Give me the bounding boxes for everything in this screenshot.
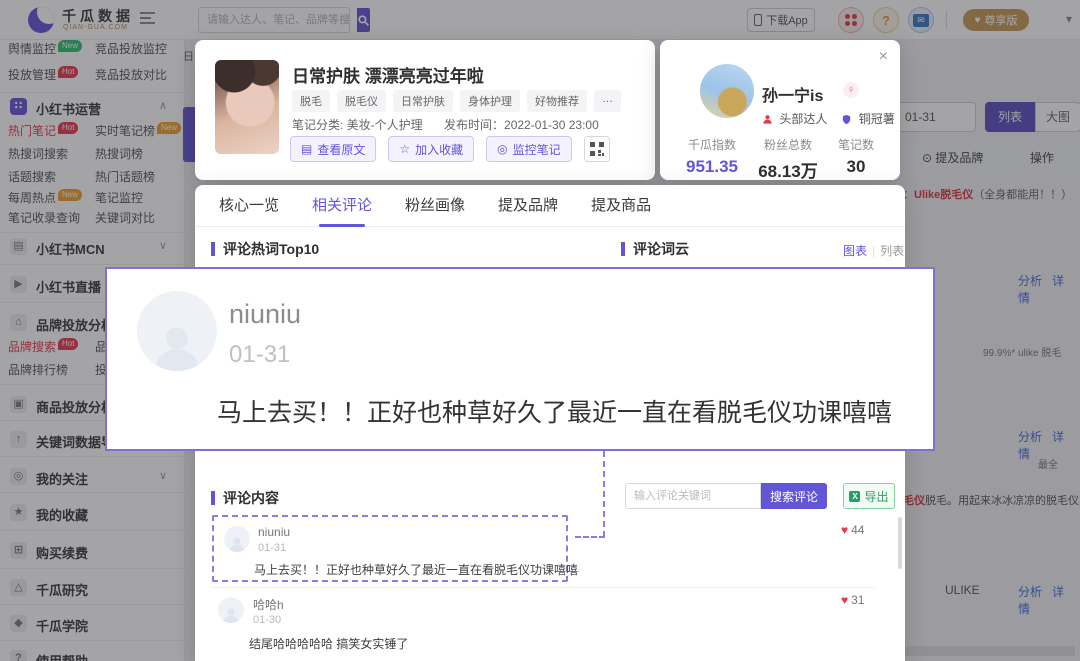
- tag[interactable]: 日常护肤: [393, 90, 453, 112]
- connector-line: [603, 451, 605, 537]
- author-avatar[interactable]: [700, 64, 754, 118]
- note-publish-time: 发布时间：2022-01-30 23:00: [444, 118, 599, 132]
- word-cloud-toggle: 图表|列表: [843, 242, 904, 259]
- book-icon: ▤: [301, 142, 312, 156]
- author-stats: 千瓜指数 951.35 粉丝总数 68.13万 笔记数 30: [660, 136, 900, 182]
- comment-content-title: 评论内容: [211, 491, 279, 505]
- stat-qiangua-index: 千瓜指数 951.35: [686, 136, 738, 182]
- word-cloud-title: 评论词云: [621, 242, 689, 256]
- tag[interactable]: 脱毛: [292, 90, 330, 112]
- commenter-name[interactable]: niuniu: [258, 525, 290, 539]
- close-icon[interactable]: ×: [879, 48, 888, 66]
- female-icon: ♀: [843, 82, 859, 98]
- comment-text-large: 马上去买！！正好也种草好久了最近一直在看脱毛仪功课嘻嘻: [217, 393, 927, 429]
- comment-text: 马上去买！！正好也种草好久了最近一直在看脱毛仪功课嘻嘻: [254, 561, 554, 578]
- tag[interactable]: 好物推荐: [527, 90, 587, 112]
- tab-related-comments[interactable]: 相关评论: [312, 185, 372, 227]
- qrcode-icon: [590, 142, 604, 156]
- detail-tabs: 核心一览 相关评论 粉丝画像 提及品牌 提及商品: [195, 185, 905, 227]
- add-favorite-button[interactable]: ☆ 加入收藏: [388, 136, 474, 162]
- tab-core-overview[interactable]: 核心一览: [219, 185, 279, 227]
- comment-item-highlighted[interactable]: niuniu 01-31 马上去买！！正好也种草好久了最近一直在看脱毛仪功课嘻嘻: [212, 515, 568, 582]
- heart-icon: ♥: [841, 523, 848, 537]
- author-info-card: × 孙一宁is ♀ 头部达人 铜冠薯 千瓜指数 951.35 粉丝总数 68.1…: [660, 40, 900, 180]
- connector-line: [575, 536, 605, 538]
- hot-words-title: 评论热词Top10: [211, 242, 319, 256]
- like-count[interactable]: ♥31: [841, 593, 864, 607]
- stat-fans-total: 粉丝总数 68.13万: [758, 136, 818, 182]
- note-thumbnail[interactable]: [215, 60, 279, 154]
- comment-date: 01-30: [253, 614, 281, 626]
- monitor-note-button[interactable]: ◎ 监控笔记: [486, 136, 572, 162]
- monitor-icon: ◎: [497, 142, 507, 156]
- commenter-name-large: niuniu: [229, 299, 301, 330]
- crown-badge: 铜冠薯: [841, 110, 894, 127]
- commenter-avatar: [224, 526, 250, 552]
- qiangua-dashboard: 千瓜数据 QIAN-GUA.COM 下载App ? ✉ ♥ 尊享版 ▾ 舆情监控…: [0, 0, 1080, 661]
- heart-icon: ♥: [841, 593, 848, 607]
- comment-magnifier-popup: niuniu 01-31 马上去买！！正好也种草好久了最近一直在看脱毛仪功课嘻嘻: [105, 267, 935, 451]
- qrcode-button[interactable]: [584, 136, 610, 162]
- comment-date-large: 01-31: [229, 341, 290, 369]
- author-name[interactable]: 孙一宁is: [762, 82, 823, 106]
- tab-mentioned-brands[interactable]: 提及品牌: [498, 185, 558, 227]
- comment-search-input[interactable]: [625, 483, 761, 509]
- note-info-card: 日常护肤 漂漂亮亮过年啦 脱毛 脱毛仪 日常护肤 身体护理 好物推荐 … 笔记分…: [195, 40, 655, 180]
- comment-date: 01-31: [258, 542, 286, 554]
- export-button[interactable]: X 导出: [843, 483, 895, 509]
- tab-mentioned-goods[interactable]: 提及商品: [591, 185, 651, 227]
- commenter-avatar: [218, 597, 244, 623]
- tag[interactable]: 脱毛仪: [337, 90, 386, 112]
- toggle-chart[interactable]: 图表: [843, 244, 867, 258]
- stat-note-count: 笔记数 30: [838, 136, 874, 182]
- like-count[interactable]: ♥44: [841, 523, 864, 537]
- note-title: 日常护肤 漂漂亮亮过年啦: [292, 62, 484, 87]
- comment-divider: [211, 587, 875, 588]
- scrollbar-thumb[interactable]: [898, 517, 902, 569]
- excel-icon: X: [849, 491, 860, 502]
- star-outline-icon: ☆: [399, 142, 410, 156]
- commenter-name[interactable]: 哈哈h: [253, 596, 284, 613]
- toggle-list[interactable]: 列表: [880, 244, 904, 258]
- tab-fan-profile[interactable]: 粉丝画像: [405, 185, 465, 227]
- comment-text: 结尾哈哈哈哈哈 搞笑女实锤了: [249, 635, 408, 652]
- view-original-button[interactable]: ▤ 查看原文: [290, 136, 376, 162]
- more-tags[interactable]: …: [594, 90, 621, 112]
- note-tags: 脱毛 脱毛仪 日常护肤 身体护理 好物推荐 …: [292, 90, 621, 112]
- tag[interactable]: 身体护理: [460, 90, 520, 112]
- comment-search-button[interactable]: 搜索评论: [761, 483, 827, 509]
- note-meta: 笔记分类: 美妆-个人护理 发布时间：2022-01-30 23:00: [292, 116, 617, 133]
- talent-badge: 头部达人: [762, 110, 827, 127]
- commenter-avatar-large: [137, 291, 217, 371]
- note-category: 笔记分类: 美妆-个人护理: [292, 118, 423, 132]
